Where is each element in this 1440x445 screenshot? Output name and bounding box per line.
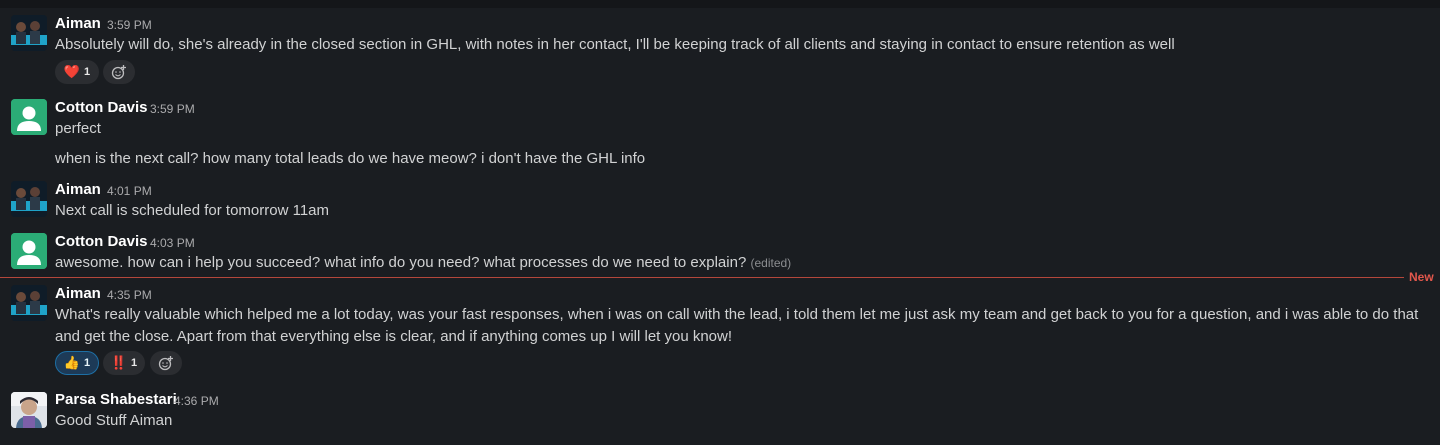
reaction-double-exclamation[interactable]: ‼️ 1	[103, 351, 145, 375]
message-text: perfect	[55, 120, 101, 137]
message-text: Absolutely will do, she's already in the…	[55, 36, 1175, 53]
message[interactable]: Aiman 4:35 PM What's really valuable whi…	[0, 278, 1440, 382]
avatar-parsa-shabestari[interactable]	[11, 392, 47, 428]
message-author[interactable]: Cotton Davis	[55, 233, 148, 250]
reaction-heart[interactable]: ❤️ 1	[55, 60, 99, 84]
message-body: awesome. how can i help you succeed? wha…	[55, 254, 747, 271]
edited-label: (edited)	[750, 256, 792, 270]
add-reaction-button[interactable]	[103, 60, 135, 84]
message-author[interactable]: Cotton Davis	[55, 99, 148, 116]
message[interactable]: Cotton Davis 3:59 PM perfect when is the…	[0, 92, 1440, 174]
message-text: awesome. how can i help you succeed? wha…	[55, 252, 1430, 274]
reaction-count: 1	[131, 357, 138, 369]
add-reaction-button[interactable]	[150, 351, 182, 375]
message-timestamp[interactable]: 4:01 PM	[107, 184, 152, 198]
message[interactable]: Parsa Shabestari 4:36 PM Good Stuff Aima…	[0, 384, 1440, 442]
message-timestamp[interactable]: 4:35 PM	[107, 288, 152, 302]
top-bar	[0, 0, 1440, 8]
message-author[interactable]: Parsa Shabestari	[55, 391, 177, 408]
message-timestamp[interactable]: 4:03 PM	[150, 236, 195, 250]
message-timestamp[interactable]: 4:36 PM	[174, 394, 219, 408]
reaction-thumbs-up[interactable]: 👍 1	[55, 351, 99, 375]
message-author[interactable]: Aiman	[55, 15, 101, 32]
message[interactable]: Aiman 3:59 PM Absolutely will do, she's …	[0, 8, 1440, 90]
person-icon	[11, 99, 47, 135]
message[interactable]: Cotton Davis 4:03 PM awesome. how can i …	[0, 226, 1440, 276]
double-exclamation-emoji: ‼️	[110, 355, 128, 370]
add-reaction-icon	[111, 65, 126, 80]
heart-emoji: ❤️	[63, 64, 81, 79]
avatar-aiman[interactable]	[11, 15, 47, 51]
message-text: What's really valuable which helped me a…	[55, 306, 1419, 345]
message[interactable]: Aiman 4:01 PM Next call is scheduled for…	[0, 174, 1440, 226]
thumbs-up-emoji: 👍	[63, 355, 81, 370]
avatar-cotton-davis[interactable]	[11, 99, 47, 135]
add-reaction-icon	[158, 356, 173, 371]
avatar-cotton-davis[interactable]	[11, 233, 47, 269]
message-author[interactable]: Aiman	[55, 285, 101, 302]
avatar-aiman[interactable]	[11, 181, 47, 217]
message-timestamp[interactable]: 3:59 PM	[150, 102, 195, 116]
reaction-count: 1	[84, 66, 91, 78]
message-author[interactable]: Aiman	[55, 181, 101, 198]
message-text: Good Stuff Aiman	[55, 412, 173, 429]
person-icon	[11, 233, 47, 269]
reaction-count: 1	[84, 357, 91, 369]
message-text-followup: when is the next call? how many total le…	[55, 150, 646, 167]
avatar-aiman[interactable]	[11, 285, 47, 321]
message-text: Next call is scheduled for tomorrow 11am	[55, 202, 329, 219]
message-timestamp[interactable]: 3:59 PM	[107, 18, 152, 32]
